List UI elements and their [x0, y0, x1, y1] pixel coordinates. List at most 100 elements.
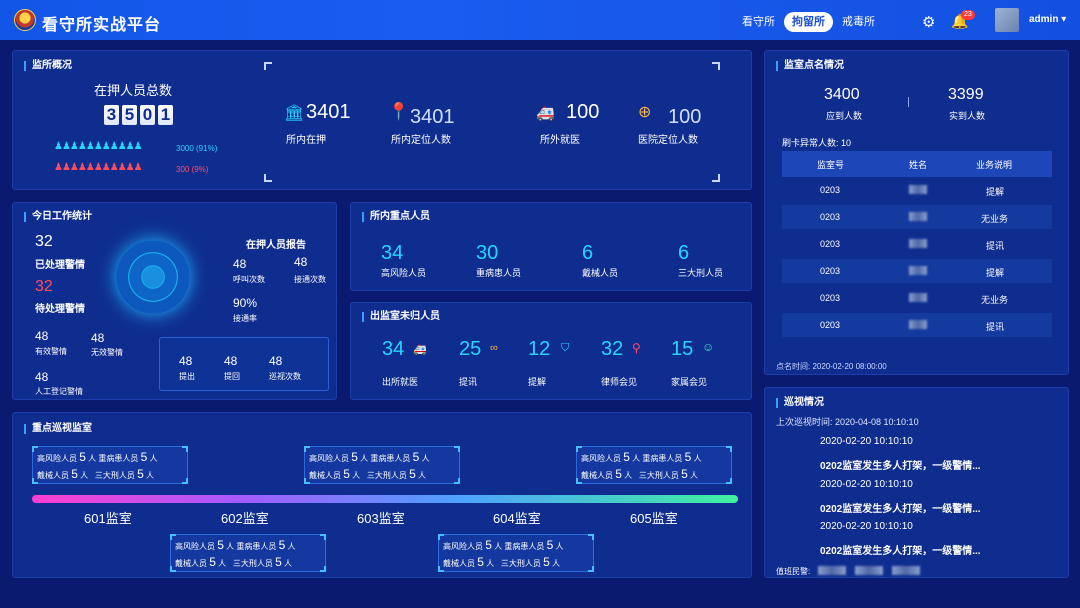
digit: 0	[140, 105, 155, 125]
rollcall-time: 点名时间: 2020-02-20 08:00:00	[776, 362, 887, 371]
patrol-entry-text[interactable]: 0202监室发生多人打架，一级警情...	[820, 500, 981, 515]
column-header: 姓名	[909, 160, 928, 170]
tab-detention-house[interactable]: 拘留所	[784, 12, 833, 32]
key-value: 34	[381, 242, 404, 264]
frame-corner	[712, 174, 720, 182]
room-label[interactable]: 605监室	[630, 508, 678, 527]
away-value: 32	[601, 338, 624, 360]
stat-value: 3401	[410, 106, 455, 128]
desc-cell: 提解	[986, 268, 1005, 278]
patrol-entry-time[interactable]: 2020-02-20 10:10:10	[820, 521, 913, 532]
desc-cell: 提讯	[986, 241, 1005, 251]
column-header: 监室号	[817, 160, 845, 170]
patrol-entry-text[interactable]: 0202监室发生多人打架，一级警情...	[820, 457, 981, 472]
patrol-entry-time[interactable]: 2020-02-20 10:10:10	[820, 479, 913, 490]
key-value: 6	[678, 242, 690, 264]
out-count: 48	[179, 354, 193, 368]
expected-label: 应到人数	[826, 111, 863, 121]
stat-value: 100	[566, 101, 600, 123]
avatar[interactable]	[995, 8, 1019, 32]
duty-officer-label: 值班民警:	[776, 567, 811, 576]
valid-label: 有效警情	[35, 347, 67, 356]
handled-label: 已处理警情	[35, 260, 85, 271]
away-label: 家属会见	[671, 377, 708, 387]
name-cell-blurred	[909, 185, 927, 194]
invalid-count: 48	[91, 331, 105, 345]
room-cell: 0203	[820, 212, 841, 222]
stat-value: 3401	[306, 101, 351, 123]
room-label[interactable]: 602监室	[221, 508, 269, 527]
away-value: 12	[528, 338, 551, 360]
gear-icon[interactable]: ⚙	[922, 13, 935, 31]
female-count: 300 (9%)	[176, 165, 209, 174]
tab-detention-center[interactable]: 看守所	[734, 12, 783, 32]
digit: 1	[158, 105, 173, 125]
location-pin-icon: 📍	[388, 102, 410, 121]
actual-count: 3399	[948, 86, 984, 103]
return-label: 提回	[224, 372, 240, 381]
digit: 5	[122, 105, 137, 125]
away-value: 15	[671, 338, 694, 360]
room-summary-box[interactable]: 高风险人员 5 人 重病患人员 5 人 戴械人员 5 人 三大刑人员 5 人	[576, 446, 732, 484]
away-label: 提讯	[459, 377, 478, 387]
tie-icon: ⚲	[632, 341, 641, 355]
frame-corner	[264, 174, 272, 182]
room-cell: 0203	[820, 239, 841, 249]
work-title: 今日工作统计	[24, 212, 92, 222]
call-count: 48	[233, 257, 247, 271]
total-label: 在押人员总数	[94, 83, 173, 98]
out-label: 提出	[179, 372, 195, 381]
divider	[908, 97, 909, 107]
name-cell-blurred	[909, 293, 927, 302]
stat-label: 所外就医	[540, 135, 580, 146]
key-label: 戴械人员	[582, 268, 619, 278]
shield-icon: ⛉	[561, 342, 570, 354]
tab-rehab-center[interactable]: 戒毒所	[834, 12, 883, 32]
patrol-entry-time[interactable]: 2020-02-20 10:10:10	[820, 436, 913, 447]
away-value: 25	[459, 338, 482, 360]
room-timeline-bar	[32, 495, 738, 503]
female-people-icons: ♟♟♟♟♟♟♟♟♟♟♟	[54, 162, 143, 173]
stat-value: 100	[668, 106, 702, 128]
frame-corner	[264, 62, 272, 70]
user-menu[interactable]: admin ▾	[1029, 14, 1066, 25]
room-label[interactable]: 604监室	[493, 508, 541, 527]
room-summary-box[interactable]: 高风险人员 5 人 重病患人员 5 人 戴械人员 5 人 三大刑人员 5 人	[32, 446, 188, 484]
key-value: 30	[476, 242, 499, 264]
patrol-label: 巡视次数	[269, 372, 301, 381]
room-label[interactable]: 601监室	[84, 508, 132, 527]
return-count: 48	[224, 354, 238, 368]
frame-corner	[712, 62, 720, 70]
duty-officer-blurred	[855, 566, 883, 575]
patrol-count: 48	[269, 354, 283, 368]
male-people-icons: ♟♟♟♟♟♟♟♟♟♟♟	[54, 141, 143, 152]
away-title: 出监室未归人员	[362, 312, 440, 322]
invalid-label: 无效警情	[91, 348, 123, 357]
key-label: 高风险人员	[381, 268, 427, 278]
handled-count: 32	[35, 233, 53, 250]
top-bar	[0, 0, 1080, 40]
overview-title: 监所概况	[24, 61, 72, 71]
radar-graphic	[116, 240, 190, 314]
expected-count: 3400	[824, 86, 860, 103]
patrol-entry-text[interactable]: 0202监室发生多人打架，一级警情...	[820, 542, 981, 557]
away-label: 出所就医	[382, 377, 419, 387]
stat-label: 所内定位人数	[391, 135, 451, 146]
key-title: 所内重点人员	[362, 212, 430, 222]
room-summary-box[interactable]: 高风险人员 5 人 重病患人员 5 人 戴械人员 5 人 三大刑人员 5 人	[304, 446, 460, 484]
room-cell: 0203	[820, 320, 841, 330]
ambulance-icon: 🚑	[536, 105, 555, 122]
room-summary-box[interactable]: 高风险人员 5 人 重病患人员 5 人 戴械人员 5 人 三大刑人员 5 人	[438, 534, 594, 572]
rate-value: 90%	[233, 296, 258, 310]
handcuffs-icon: ∞	[490, 342, 498, 354]
abnormal-count: 刷卡异常人数: 10	[782, 138, 852, 148]
room-cell: 0203	[820, 185, 841, 195]
duty-officer-blurred	[892, 566, 920, 575]
actual-label: 实到人数	[949, 111, 986, 121]
room-summary-box[interactable]: 高风险人员 5 人 重病患人员 5 人 戴械人员 5 人 三大刑人员 5 人	[170, 534, 326, 572]
app-title: 看守所实战平台	[42, 17, 162, 34]
key-label: 三大刑人员	[678, 268, 724, 278]
name-cell-blurred	[909, 239, 927, 248]
room-label[interactable]: 603监室	[357, 508, 405, 527]
building-icon: 🏛	[284, 105, 305, 122]
